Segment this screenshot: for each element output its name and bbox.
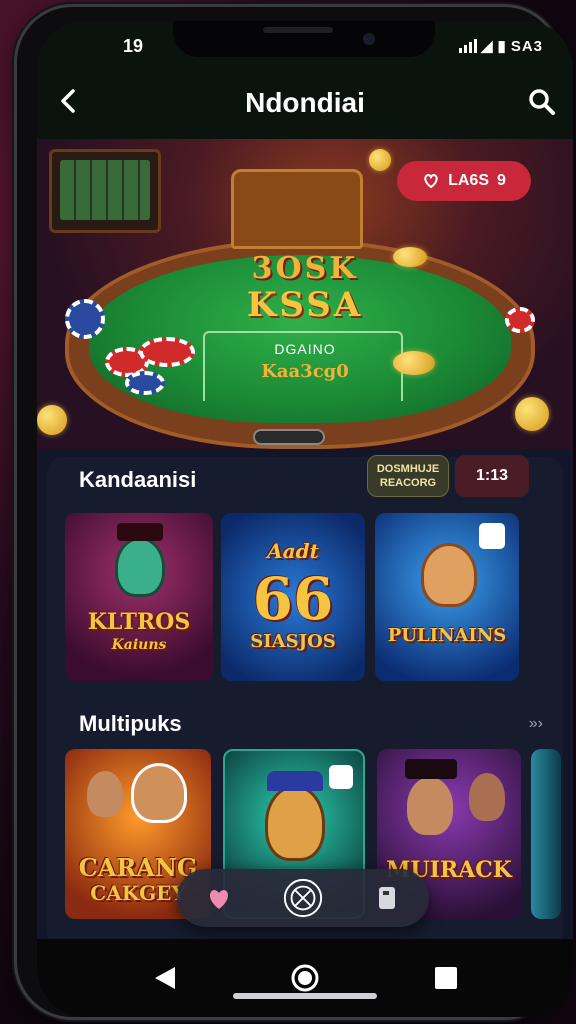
- game-card-title: KLTROS: [87, 609, 191, 635]
- status-time: 19: [123, 36, 144, 56]
- hat-image: [405, 759, 457, 779]
- screen: 19 ◢ ▮ SA3 Ndondiai 3OSK KSSA DGAINO Kaa…: [37, 21, 573, 1017]
- chip-icon: [505, 307, 535, 333]
- slot-machine-image: [49, 149, 161, 233]
- game-card-partial[interactable]: [531, 749, 561, 919]
- hero-headline-1: 3OSK: [251, 251, 359, 286]
- filter-tag-a[interactable]: DOSMHUJE REACORG: [367, 455, 449, 497]
- chip-icon: [125, 371, 165, 395]
- search-icon[interactable]: [525, 85, 559, 119]
- promo-pill-label: LA6S: [448, 172, 489, 189]
- character-image: [87, 771, 123, 817]
- chip-icon: [65, 299, 105, 339]
- compass-icon[interactable]: [282, 877, 324, 919]
- status-icons: ◢ ▮ SA3: [459, 37, 543, 55]
- coin-icon: [393, 351, 435, 375]
- character-image: [421, 543, 477, 607]
- hero-headline-2: KSSA: [246, 285, 364, 325]
- home-indicator: [233, 993, 377, 999]
- status-icons-text: SA3: [510, 37, 543, 55]
- game-card-title: PULINAINS: [387, 625, 507, 646]
- table-handle: [253, 429, 325, 445]
- filter-tag-b[interactable]: 1:13: [455, 455, 529, 497]
- nav-back-icon[interactable]: [149, 961, 183, 995]
- chip-icon: [139, 337, 195, 367]
- game-card-subtitle: Kaiuns: [111, 637, 167, 653]
- dog-image: [265, 785, 325, 861]
- dice-image: [329, 765, 353, 789]
- promo-pill-count: 9: [497, 172, 506, 189]
- cap-image: [267, 771, 323, 791]
- phone-icon[interactable]: [366, 877, 408, 919]
- game-card[interactable]: KLTROS Kaiuns: [65, 513, 213, 681]
- game-card-title: 66: [252, 565, 334, 633]
- nav-recents-icon[interactable]: [429, 961, 463, 995]
- heart-icon[interactable]: [198, 877, 240, 919]
- hat-image: [117, 523, 163, 541]
- game-card[interactable]: PULINAINS: [375, 513, 519, 681]
- promo-pill-button[interactable]: LA6S 9: [397, 161, 531, 201]
- app-bar: Ndondiai: [37, 65, 573, 139]
- page-title: Ndondiai: [245, 87, 365, 118]
- game-card-subtitle: SIASJOS: [250, 631, 336, 652]
- wifi-icon: ◢: [481, 38, 494, 55]
- signal-icon: [459, 39, 477, 53]
- game-card-top-label: Aadt: [267, 539, 319, 563]
- character-image: [469, 773, 505, 821]
- notch: [173, 21, 435, 57]
- character-image: [115, 537, 165, 597]
- system-nav-bar: [37, 939, 573, 1017]
- dealer-box-image: [231, 169, 363, 249]
- character-image: [407, 777, 453, 835]
- game-card[interactable]: Aadt 66 SIASJOS: [221, 513, 365, 681]
- coin-icon: [37, 405, 67, 435]
- filter-tag-b-label: 1:13: [475, 467, 509, 484]
- see-more-link[interactable]: »›: [529, 715, 543, 733]
- coin-icon: [393, 247, 427, 267]
- section-1-title: Kandaanisi: [79, 467, 197, 492]
- nav-home-icon[interactable]: [288, 961, 322, 995]
- dice-image: [479, 523, 505, 549]
- battery-icon: ▮: [497, 38, 507, 55]
- coin-icon: [369, 149, 391, 171]
- phone-frame: 19 ◢ ▮ SA3 Ndondiai 3OSK KSSA DGAINO Kaa…: [14, 4, 573, 1020]
- floating-action-dock: [177, 869, 429, 927]
- section-2-title: Multipuks: [79, 711, 182, 736]
- hero-banner[interactable]: 3OSK KSSA DGAINO Kaa3cg0 LA6S 9: [37, 139, 573, 449]
- filter-tag-a-label: DOSMHUJE REACORG: [376, 463, 440, 489]
- coin-icon: [515, 397, 549, 431]
- heart-outline-icon: [424, 173, 438, 189]
- dog-image: [131, 763, 187, 823]
